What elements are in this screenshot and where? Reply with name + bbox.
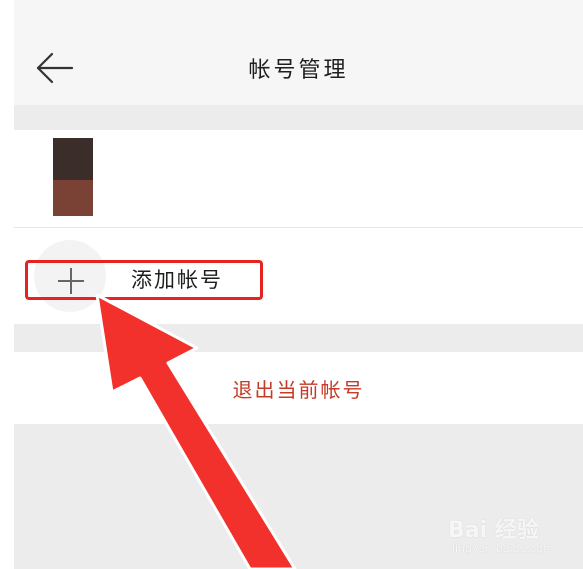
add-account-button[interactable]: 添加帐号: [25, 260, 263, 300]
top-bar: 帐号管理: [14, 0, 583, 105]
page-title: 帐号管理: [248, 58, 349, 83]
account-item[interactable]: [14, 130, 583, 227]
logout-label: 退出当前帐号: [232, 378, 365, 402]
plus-icon: [58, 268, 84, 294]
add-account-label: 添加帐号: [131, 268, 223, 292]
section-gap: [14, 324, 583, 352]
watermark-url: jingyan.baidu.com: [452, 542, 554, 555]
watermark: Bai 经验 jingyan.baidu.com: [448, 512, 578, 564]
watermark-brand: Bai 经验: [448, 518, 539, 543]
logout-button[interactable]: 退出当前帐号: [14, 352, 583, 424]
account-management-screen: 帐号管理 添加帐号 退出当前帐号: [14, 0, 583, 569]
section-gap: [14, 105, 583, 130]
avatar: [53, 138, 93, 216]
add-account-row[interactable]: 添加帐号: [14, 228, 583, 324]
